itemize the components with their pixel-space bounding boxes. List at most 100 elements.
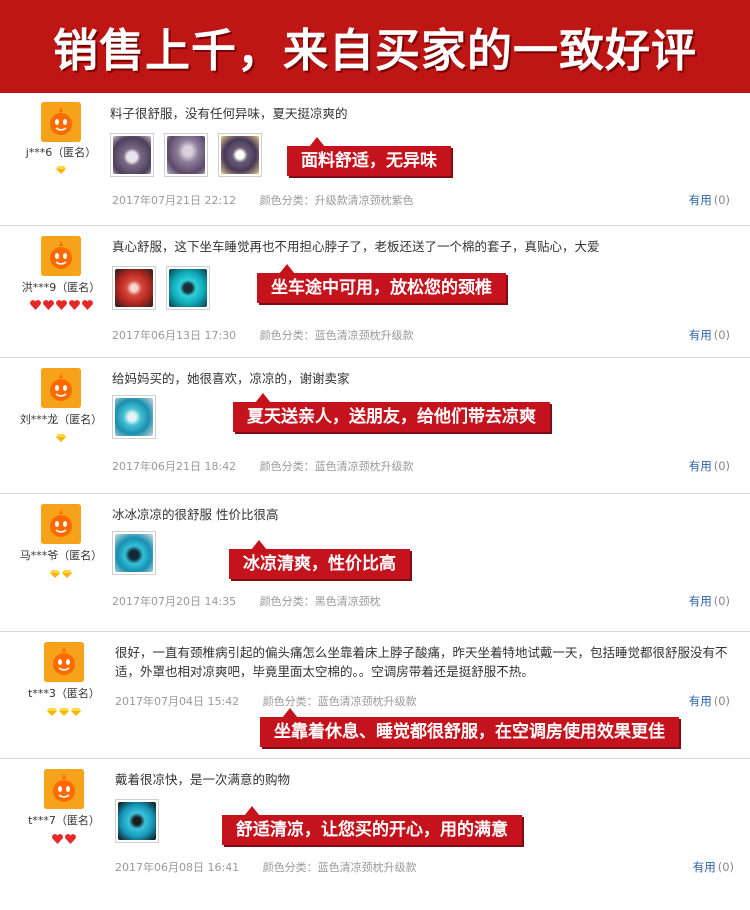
user-name: 马***爷（匿名）	[19, 549, 103, 562]
useful-count: (0)	[713, 594, 730, 608]
review-date: 2017年06月13日 17:30	[112, 329, 237, 342]
yellow-diamond-icon	[47, 707, 57, 716]
yellow-diamond-icon	[56, 165, 66, 174]
color-category: 颜色分类：蓝色清凉颈枕升级款	[259, 460, 414, 473]
review-meta: 2017年06月21日 18:42 颜色分类：蓝色清凉颈枕升级款	[112, 458, 414, 474]
review-text: 戴着很凉快，是一次满意的购物	[115, 772, 291, 787]
color-category: 颜色分类：升级款清凉颈枕紫色	[259, 194, 414, 207]
useful-count: (0)	[713, 328, 730, 342]
review-date: 2017年07月04日 15:42	[115, 695, 240, 708]
useful-vote: 有用 (0)	[689, 593, 730, 609]
useful-vote: 有用 (0)	[689, 693, 730, 709]
review-photos	[115, 799, 159, 843]
color-category: 颜色分类：蓝色清凉颈枕升级款	[262, 695, 417, 708]
buyer-level-badges	[0, 432, 122, 442]
red-heart-icon	[42, 299, 54, 310]
review-photos	[110, 133, 262, 177]
review-photos	[112, 266, 210, 310]
useful-vote: 有用 (0)	[689, 327, 730, 343]
color-category: 颜色分类：蓝色清凉颈枕升级款	[262, 861, 417, 874]
review-item: 马***爷（匿名） 冰冰凉凉的很舒服 性价比很高 冰凉清爽，性价比高 2017年…	[0, 494, 750, 632]
highlight-tag: 坐车途中可用，放松您的颈椎	[257, 264, 506, 303]
avatar-icon[interactable]	[44, 769, 84, 809]
useful-vote: 有用 (0)	[689, 192, 730, 208]
review-photo[interactable]	[112, 266, 156, 310]
user-name: t***7（匿名）	[28, 814, 100, 827]
review-date: 2017年06月08日 16:41	[115, 861, 240, 874]
red-heart-icon	[68, 299, 80, 310]
buyer-level-badges	[0, 164, 122, 174]
review-photo[interactable]	[164, 133, 208, 177]
avatar-icon[interactable]	[41, 236, 81, 276]
review-photos	[112, 531, 156, 575]
review-photo[interactable]	[115, 799, 159, 843]
red-heart-icon	[81, 299, 93, 310]
useful-count: (0)	[713, 694, 730, 708]
yellow-diamond-icon	[56, 433, 66, 442]
buyer-level-badges	[0, 568, 122, 578]
review-photo[interactable]	[166, 266, 210, 310]
review-meta: 2017年07月04日 15:42 颜色分类：蓝色清凉颈枕升级款	[115, 693, 417, 709]
yellow-diamond-icon	[59, 707, 69, 716]
useful-button[interactable]: 有用	[693, 860, 716, 874]
review-date: 2017年07月21日 22:12	[112, 194, 237, 207]
review-meta: 2017年06月13日 17:30 颜色分类：蓝色清凉颈枕升级款	[112, 327, 414, 343]
useful-button[interactable]: 有用	[689, 193, 712, 207]
useful-vote: 有用 (0)	[693, 859, 734, 875]
red-heart-icon	[52, 833, 63, 844]
red-heart-icon	[55, 299, 67, 310]
useful-button[interactable]: 有用	[689, 328, 712, 342]
useful-count: (0)	[713, 193, 730, 207]
review-date: 2017年06月21日 18:42	[112, 460, 237, 473]
review-text: 真心舒服，这下坐车睡觉再也不用担心脖子了，老板还送了一个棉的套子，真贴心，大爱	[112, 239, 600, 254]
review-meta: 2017年07月21日 22:12 颜色分类：升级款清凉颈枕紫色	[112, 192, 414, 208]
review-item: 刘***龙（匿名） 给妈妈买的，她很喜欢，凉凉的，谢谢卖家 夏天送亲人，送朋友，…	[0, 358, 750, 494]
highlight-tag: 冰凉清爽，性价比高	[229, 540, 410, 579]
user-name: 刘***龙（匿名）	[19, 413, 103, 426]
review-photo[interactable]	[112, 395, 156, 439]
review-photo[interactable]	[110, 133, 154, 177]
review-text: 冰冰凉凉的很舒服 性价比很高	[112, 507, 279, 522]
review-text: 给妈妈买的，她很喜欢，凉凉的，谢谢卖家	[112, 371, 350, 386]
banner: 销售上千，来自买家的一致好评	[0, 0, 750, 93]
yellow-diamond-icon	[50, 569, 60, 578]
review-text: 料子很舒服，没有任何异味，夏天挺凉爽的	[110, 106, 348, 121]
highlight-tag: 舒适清凉，让您买的开心，用的满意	[222, 806, 522, 845]
red-heart-icon	[29, 299, 41, 310]
review-photos	[112, 395, 156, 439]
user-name: j***6（匿名）	[25, 146, 97, 159]
yellow-diamond-icon	[71, 707, 81, 716]
review-item: t***7（匿名） 戴着很凉快，是一次满意的购物 舒适清凉，让您买的开心，用的满…	[0, 759, 750, 910]
highlight-tag: 夏天送亲人，送朋友，给他们带去凉爽	[233, 393, 550, 432]
user-name: t***3（匿名）	[28, 687, 100, 700]
avatar-icon[interactable]	[44, 642, 84, 682]
buyer-level-badges	[3, 833, 125, 844]
red-heart-icon	[65, 833, 76, 844]
useful-button[interactable]: 有用	[689, 594, 712, 608]
useful-count: (0)	[713, 459, 730, 473]
useful-count: (0)	[717, 860, 734, 874]
review-date: 2017年07月20日 14:35	[112, 595, 237, 608]
review-text: 很好，一直有颈椎病引起的偏头痛怎么坐靠着床上脖子酸痛，昨天坐着特地试戴一天，包括…	[115, 645, 728, 679]
review-item: t***3（匿名） 很好，一直有颈椎病引起的偏头痛怎么坐靠着床上脖子酸痛，昨天坐…	[0, 632, 750, 759]
useful-button[interactable]: 有用	[689, 694, 712, 708]
avatar-icon[interactable]	[41, 504, 81, 544]
review-meta: 2017年07月20日 14:35 颜色分类：黑色清凉颈枕	[112, 593, 381, 609]
buyer-level-badges	[0, 299, 122, 310]
review-photo[interactable]	[218, 133, 262, 177]
banner-title: 销售上千，来自买家的一致好评	[52, 24, 697, 77]
user-name: 洪***9（匿名）	[21, 281, 101, 294]
avatar-icon[interactable]	[41, 102, 81, 142]
review-item: j***6（匿名） 料子很舒服，没有任何异味，夏天挺凉爽的 面料舒适，无异味 2…	[0, 93, 750, 226]
review-meta: 2017年06月08日 16:41 颜色分类：蓝色清凉颈枕升级款	[115, 859, 417, 875]
buyer-level-badges	[3, 706, 125, 716]
color-category: 颜色分类：蓝色清凉颈枕升级款	[259, 329, 414, 342]
highlight-tag: 面料舒适，无异味	[287, 137, 451, 176]
review-item: 洪***9（匿名） 真心舒服，这下坐车睡觉再也不用担心脖子了，老板还送了一个棉的…	[0, 226, 750, 358]
useful-vote: 有用 (0)	[689, 458, 730, 474]
color-category: 颜色分类：黑色清凉颈枕	[259, 595, 381, 608]
avatar-icon[interactable]	[41, 368, 81, 408]
useful-button[interactable]: 有用	[689, 459, 712, 473]
yellow-diamond-icon	[62, 569, 72, 578]
review-photo[interactable]	[112, 531, 156, 575]
